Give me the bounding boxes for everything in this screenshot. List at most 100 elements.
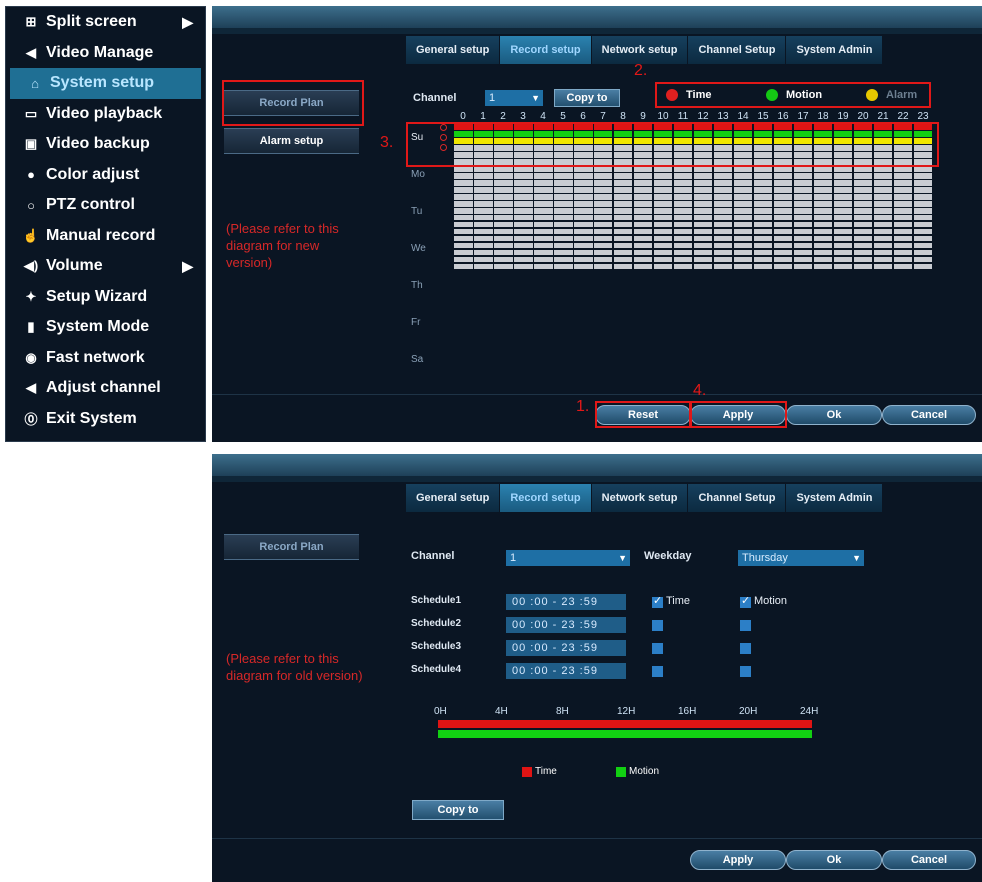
- grid-cell[interactable]: [613, 200, 633, 207]
- grid-cell[interactable]: [613, 249, 633, 256]
- grid-cell[interactable]: [533, 193, 553, 200]
- grid-cell[interactable]: [673, 249, 693, 256]
- grid-cell[interactable]: [473, 214, 493, 221]
- grid-cell[interactable]: [733, 214, 753, 221]
- grid-cell[interactable]: [913, 263, 933, 270]
- grid-cell[interactable]: [813, 186, 833, 193]
- grid-cell[interactable]: [673, 186, 693, 193]
- grid-cell[interactable]: [633, 256, 653, 263]
- grid-cell[interactable]: [454, 228, 473, 235]
- grid-cell[interactable]: [553, 221, 573, 228]
- grid-cell[interactable]: [793, 172, 813, 179]
- grid-cell[interactable]: [633, 207, 653, 214]
- grid-cell[interactable]: [733, 235, 753, 242]
- grid-cell[interactable]: [833, 207, 853, 214]
- grid-cell[interactable]: [573, 200, 593, 207]
- grid-cell[interactable]: [533, 256, 553, 263]
- schedule-time-range[interactable]: 00 :00 - 23 :59: [506, 640, 626, 656]
- grid-cell[interactable]: [454, 242, 473, 249]
- grid-cell[interactable]: [713, 172, 733, 179]
- grid-cell[interactable]: [673, 172, 693, 179]
- grid-cell[interactable]: [473, 207, 493, 214]
- grid-cell[interactable]: [753, 256, 773, 263]
- grid-cell[interactable]: [493, 228, 513, 235]
- grid-cell[interactable]: [793, 249, 813, 256]
- grid-cell[interactable]: [473, 242, 493, 249]
- grid-cell[interactable]: [773, 207, 793, 214]
- grid-cell[interactable]: [613, 221, 633, 228]
- grid-cell[interactable]: [533, 207, 553, 214]
- grid-cell[interactable]: [713, 263, 733, 270]
- grid-cell[interactable]: [913, 193, 933, 200]
- grid-cell[interactable]: [653, 200, 673, 207]
- grid-cell[interactable]: [773, 172, 793, 179]
- grid-cell[interactable]: [893, 172, 913, 179]
- grid-cell[interactable]: [893, 249, 913, 256]
- grid-cell[interactable]: [573, 249, 593, 256]
- grid-cell[interactable]: [753, 221, 773, 228]
- grid-cell[interactable]: [833, 193, 853, 200]
- grid-cell[interactable]: [553, 179, 573, 186]
- grid-cell[interactable]: [653, 228, 673, 235]
- ok-button[interactable]: Ok: [786, 405, 882, 425]
- grid-cell[interactable]: [753, 235, 773, 242]
- grid-cell[interactable]: [653, 193, 673, 200]
- grid-cell[interactable]: [493, 200, 513, 207]
- grid-cell[interactable]: [593, 228, 613, 235]
- grid-cell[interactable]: [873, 235, 893, 242]
- grid-cell[interactable]: [533, 242, 553, 249]
- grid-cell[interactable]: [513, 249, 533, 256]
- grid-cell[interactable]: [593, 235, 613, 242]
- schedule-time-range[interactable]: 00 :00 - 23 :59: [506, 594, 626, 610]
- grid-cell[interactable]: [713, 242, 733, 249]
- menu-item-setup-wizard[interactable]: ✦ Setup Wizard: [6, 282, 205, 313]
- grid-cell[interactable]: [733, 263, 753, 270]
- grid-cell[interactable]: [813, 214, 833, 221]
- grid-cell[interactable]: [613, 179, 633, 186]
- grid-cell[interactable]: [633, 193, 653, 200]
- grid-cell[interactable]: [853, 256, 873, 263]
- grid-cell[interactable]: [553, 249, 573, 256]
- grid-cell[interactable]: [454, 249, 473, 256]
- grid-cell[interactable]: [493, 242, 513, 249]
- grid-cell[interactable]: [473, 235, 493, 242]
- grid-cell[interactable]: [693, 242, 713, 249]
- grid-cell[interactable]: [913, 242, 933, 249]
- grid-cell[interactable]: [873, 200, 893, 207]
- tab-general-setup[interactable]: General setup: [406, 36, 501, 64]
- menu-item-exit-system[interactable]: ⓪ Exit System: [6, 404, 205, 435]
- grid-cell[interactable]: [613, 193, 633, 200]
- grid-cell[interactable]: [913, 200, 933, 207]
- grid-cell[interactable]: [573, 193, 593, 200]
- grid-cell[interactable]: [553, 207, 573, 214]
- grid-cell[interactable]: [793, 193, 813, 200]
- grid-cell[interactable]: [673, 242, 693, 249]
- grid-cell[interactable]: [613, 263, 633, 270]
- grid-cell[interactable]: [473, 179, 493, 186]
- grid-cell[interactable]: [713, 249, 733, 256]
- grid-cell[interactable]: [533, 172, 553, 179]
- grid-cell[interactable]: [833, 200, 853, 207]
- grid-cell[interactable]: [793, 221, 813, 228]
- grid-cell[interactable]: [773, 214, 793, 221]
- grid-cell[interactable]: [773, 249, 793, 256]
- grid-cell[interactable]: [573, 242, 593, 249]
- grid-cell[interactable]: [573, 221, 593, 228]
- grid-cell[interactable]: [493, 172, 513, 179]
- grid-cell[interactable]: [853, 249, 873, 256]
- grid-cell[interactable]: [693, 214, 713, 221]
- grid-cell[interactable]: [813, 221, 833, 228]
- grid-cell[interactable]: [573, 263, 593, 270]
- grid-cell[interactable]: [653, 221, 673, 228]
- grid-cell[interactable]: [573, 235, 593, 242]
- alarm-setup-button[interactable]: Alarm setup: [224, 128, 359, 154]
- grid-cell[interactable]: [833, 186, 853, 193]
- grid-cell[interactable]: [553, 242, 573, 249]
- grid-cell[interactable]: [873, 263, 893, 270]
- grid-cell[interactable]: [693, 172, 713, 179]
- grid-cell[interactable]: [454, 263, 473, 270]
- grid-cell[interactable]: [853, 193, 873, 200]
- grid-cell[interactable]: [833, 228, 853, 235]
- weekday-select[interactable]: Thursday ▼: [738, 550, 864, 566]
- grid-cell[interactable]: [673, 200, 693, 207]
